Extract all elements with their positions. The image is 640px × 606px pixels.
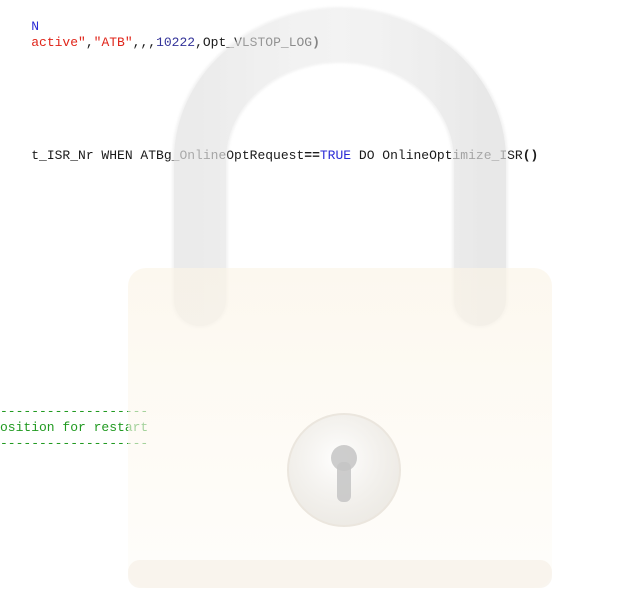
comment-divider-bottom[interactable]: ------------------- xyxy=(0,436,148,452)
paren-token: ) xyxy=(312,35,320,50)
code-line-3[interactable]: t_ISR_Nr WHEN ATBg_OnlineOptRequest==TRU… xyxy=(0,132,538,180)
commas-token: ,,, xyxy=(132,35,157,50)
statement-token: t_ISR_Nr WHEN ATBg_OnlineOptRequest xyxy=(31,148,305,163)
comma-token: , xyxy=(85,35,94,50)
keyword-token: TRUE xyxy=(319,148,352,163)
code-line-2[interactable]: active","ATB",,,10222,Opt_VLSTOP_LOG) xyxy=(0,19,320,67)
number-token: 10222 xyxy=(156,35,196,50)
statement-token: DO OnlineOptimize_ISR xyxy=(351,148,523,163)
paren-token: () xyxy=(522,148,539,163)
code-editor[interactable]: N active","ATB",,,10222,Opt_VLSTOP_LOG) … xyxy=(0,0,640,606)
comment-line[interactable]: osition for restart xyxy=(0,420,148,436)
string-token: active" xyxy=(31,35,86,50)
comment-divider-top[interactable]: ------------------- xyxy=(0,404,148,420)
identifier-token: ,Opt_VLSTOP_LOG xyxy=(195,35,313,50)
string-token: "ATB" xyxy=(93,35,133,50)
operator-token: == xyxy=(304,148,320,163)
